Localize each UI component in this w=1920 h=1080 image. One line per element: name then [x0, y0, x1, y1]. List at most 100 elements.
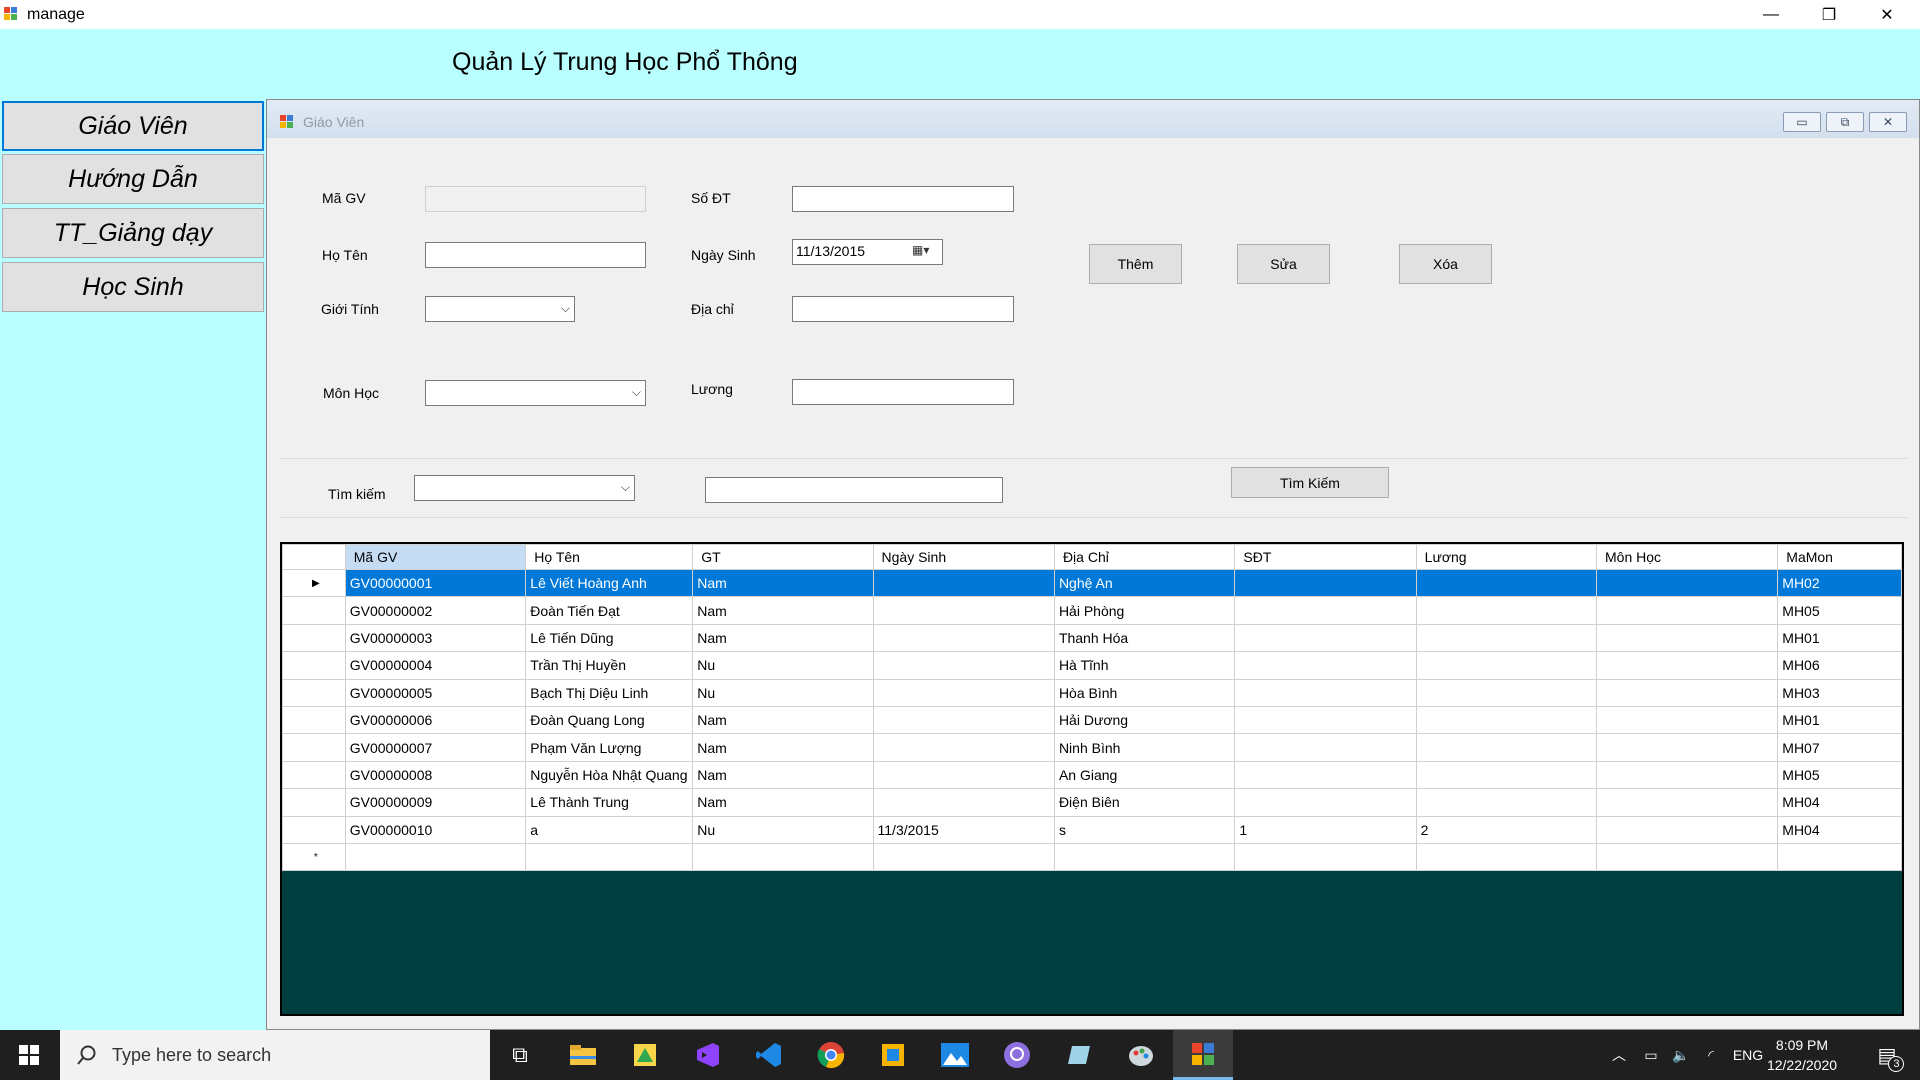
table-cell[interactable] — [1596, 842, 1779, 872]
table-cell[interactable] — [872, 733, 1055, 762]
app-icon-green[interactable] — [615, 1030, 675, 1080]
table-cell[interactable]: Hà Tĩnh — [1053, 651, 1236, 680]
table-cell[interactable]: Nam — [692, 568, 874, 598]
them-button[interactable]: Thêm — [1089, 244, 1182, 284]
table-cell[interactable] — [1234, 623, 1417, 653]
table-cell[interactable]: Ninh Bình — [1053, 733, 1236, 762]
table-cell[interactable]: Lê Thành Trung — [525, 788, 694, 817]
visual-studio-icon[interactable] — [677, 1030, 737, 1080]
table-cell[interactable]: Nam — [692, 733, 874, 762]
row-header[interactable] — [282, 678, 346, 707]
table-cell[interactable] — [1596, 788, 1779, 817]
table-cell[interactable] — [872, 623, 1055, 653]
table-row[interactable]: GV00000007 Phạm Văn Lượng Nam Ninh Bình MH07 — [282, 733, 1902, 762]
ngay-sinh-datepicker[interactable]: 11/13/2015 ▦▾ — [792, 239, 943, 265]
table-cell[interactable]: MH01 — [1777, 623, 1902, 653]
taskbar-search-box[interactable]: Type here to search — [60, 1030, 490, 1080]
table-row[interactable]: GV00000009 Lê Thành Trung Nam Điện Biên MH04 — [282, 788, 1902, 817]
col-ho-ten[interactable]: Họ Tên — [525, 544, 694, 570]
row-header[interactable] — [282, 596, 346, 625]
table-row[interactable]: GV00000005 Bạch Thị Diệu Linh Nu Hòa Bình MH… — [282, 678, 1902, 707]
table-cell[interactable] — [1596, 651, 1779, 680]
table-cell[interactable]: Nam — [692, 788, 874, 817]
table-cell[interactable]: GV00000008 — [344, 760, 527, 790]
table-cell[interactable] — [1234, 568, 1417, 598]
table-cell[interactable]: MH03 — [1777, 678, 1902, 707]
mon-hoc-combo[interactable]: ⌵ — [425, 380, 646, 406]
table-cell[interactable] — [1234, 788, 1417, 817]
table-cell[interactable] — [1415, 596, 1598, 625]
child-minimize-button[interactable]: ▭ — [1783, 112, 1821, 132]
table-cell[interactable]: Nu — [692, 678, 874, 707]
table-cell[interactable] — [1234, 596, 1417, 625]
table-cell[interactable]: Lê Viết Hoàng Anh — [525, 568, 694, 598]
table-cell[interactable]: Nu — [692, 815, 874, 844]
luong-field[interactable] — [792, 379, 1014, 405]
col-dia-chi[interactable]: Địa Chỉ — [1053, 544, 1236, 570]
table-cell[interactable]: Nam — [692, 705, 874, 735]
col-mon-hoc[interactable]: Môn Học — [1596, 544, 1779, 570]
xoa-button[interactable]: Xóa — [1399, 244, 1492, 284]
table-cell[interactable] — [1053, 842, 1236, 872]
file-explorer-icon[interactable] — [553, 1030, 613, 1080]
table-cell[interactable]: 11/3/2015 — [872, 815, 1055, 844]
chrome-icon[interactable] — [801, 1030, 861, 1080]
notification-center-button[interactable]: ▤ 3 — [1862, 1030, 1912, 1080]
child-close-button[interactable]: ✕ — [1869, 112, 1907, 132]
github-icon[interactable] — [987, 1030, 1047, 1080]
table-cell[interactable]: MH07 — [1777, 733, 1902, 762]
col-ngay-sinh[interactable]: Ngày Sinh — [872, 544, 1055, 570]
table-cell[interactable] — [872, 651, 1055, 680]
table-cell[interactable] — [344, 842, 527, 872]
col-ma-mon[interactable]: MaMon — [1777, 544, 1902, 570]
table-cell[interactable]: Bạch Thị Diệu Linh — [525, 678, 694, 707]
table-cell[interactable] — [1596, 623, 1779, 653]
app-icon-blue[interactable] — [1049, 1030, 1109, 1080]
table-row[interactable]: GV00000002 Đoàn Tiến Đạt Nam Hải Phòng MH05 — [282, 596, 1902, 625]
table-cell[interactable]: GV00000003 — [344, 623, 527, 653]
start-button[interactable] — [0, 1030, 58, 1080]
restore-button[interactable]: ❐ — [1800, 0, 1858, 29]
table-row[interactable]: GV00000010 a Nu 11/3/2015 s 1 2 MH04 — [282, 815, 1902, 844]
gioi-tinh-combo[interactable]: ⌵ — [425, 296, 575, 322]
table-cell[interactable] — [1596, 568, 1779, 598]
tim-kiem-combo[interactable]: ⌵ — [414, 475, 635, 501]
table-cell[interactable]: Nguyễn Hòa Nhật Quang — [525, 760, 694, 790]
table-cell[interactable]: MH04 — [1777, 815, 1902, 844]
task-view-icon[interactable]: ⧉ — [490, 1030, 550, 1080]
table-cell[interactable]: Nam — [692, 596, 874, 625]
table-cell[interactable]: MH04 — [1777, 788, 1902, 817]
table-cell[interactable]: s — [1053, 815, 1236, 844]
app-icon-yellow[interactable] — [863, 1030, 923, 1080]
table-cell[interactable] — [1415, 678, 1598, 707]
table-row[interactable]: GV00000004 Trần Thị Huyền Nu Hà Tĩnh MH06 — [282, 651, 1902, 680]
child-restore-button[interactable]: ⧉ — [1826, 112, 1864, 132]
table-cell[interactable] — [1234, 760, 1417, 790]
table-cell[interactable] — [872, 842, 1055, 872]
table-cell[interactable]: GV00000002 — [344, 596, 527, 625]
col-sdt[interactable]: SĐT — [1234, 544, 1417, 570]
wifi-icon[interactable]: ◜ — [1696, 1030, 1726, 1080]
table-cell[interactable] — [1234, 678, 1417, 707]
table-cell[interactable]: Lê Tiến Dũng — [525, 623, 694, 653]
row-header[interactable] — [282, 623, 346, 653]
table-cell[interactable] — [1234, 842, 1417, 872]
table-cell[interactable]: GV00000004 — [344, 651, 527, 680]
table-cell[interactable]: MH06 — [1777, 651, 1902, 680]
table-cell[interactable] — [1415, 760, 1598, 790]
table-cell[interactable] — [1596, 678, 1779, 707]
table-cell[interactable]: Hải Dương — [1053, 705, 1236, 735]
nav-huong-dan-button[interactable]: Hướng Dẫn — [2, 154, 264, 204]
table-cell[interactable] — [872, 678, 1055, 707]
table-cell[interactable]: An Giang — [1053, 760, 1236, 790]
teacher-data-grid[interactable]: Mã GV Họ Tên GT Ngày Sinh Địa Chỉ SĐT Lư… — [280, 542, 1904, 1016]
table-cell[interactable]: Điện Biên — [1053, 788, 1236, 817]
manage-app-taskbar-icon[interactable] — [1173, 1030, 1233, 1080]
table-cell[interactable] — [1415, 623, 1598, 653]
col-ma-gv[interactable]: Mã GV — [344, 544, 527, 570]
table-cell[interactable]: Hòa Bình — [1053, 678, 1236, 707]
table-cell[interactable] — [1234, 651, 1417, 680]
clock[interactable]: 8:09 PM 12/22/2020 — [1752, 1035, 1852, 1075]
table-cell[interactable]: GV00000007 — [344, 733, 527, 762]
table-cell[interactable] — [1596, 705, 1779, 735]
